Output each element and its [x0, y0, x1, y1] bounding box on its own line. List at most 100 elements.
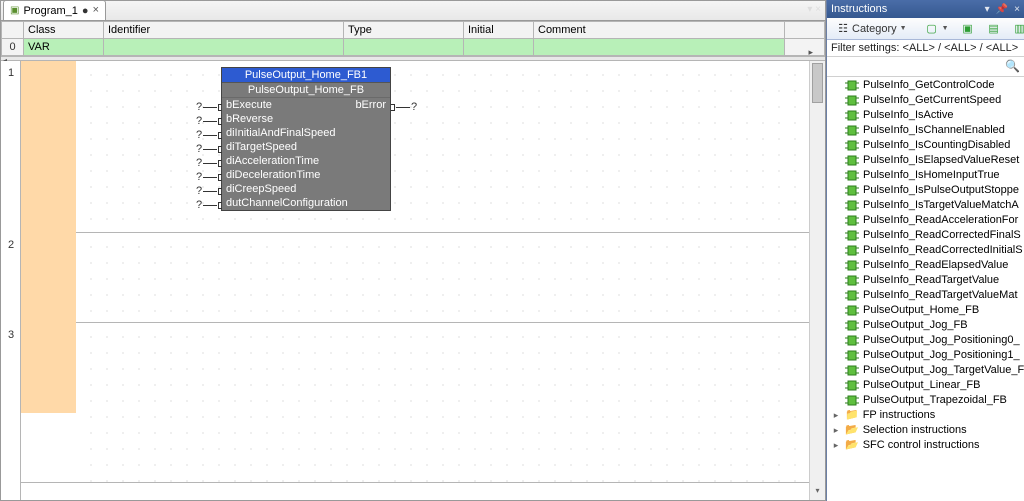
instruction-item[interactable]: PulseInfo_ReadCorrectedFinalS	[827, 228, 1024, 243]
toolbar-btn-1[interactable]: ▢▼	[920, 20, 954, 38]
function-block[interactable]: PulseOutput_Home_FB1 PulseOutput_Home_FB…	[221, 67, 391, 211]
fb-icon	[845, 230, 859, 242]
tree-toggle-icon[interactable]: ▸	[831, 423, 841, 438]
toolbar-btn-3[interactable]: ▤	[982, 20, 1006, 38]
instruction-folder[interactable]: ▸📂Selection instructions	[827, 423, 1024, 438]
instruction-label: PulseInfo_GetControlCode	[863, 78, 994, 93]
panel-menu-icon[interactable]: ▾	[985, 4, 990, 15]
instruction-label: PulseOutput_Jog_FB	[863, 318, 968, 333]
fb-instance-name[interactable]: PulseOutput_Home_FB1	[222, 68, 390, 83]
folder-label: SFC control instructions	[863, 438, 980, 453]
instruction-label: PulseOutput_Linear_FB	[863, 378, 980, 393]
instruction-folder[interactable]: ▸📁FP instructions	[827, 408, 1024, 423]
fb-icon	[845, 170, 859, 182]
rung-number[interactable]: 2	[1, 239, 21, 251]
col-type[interactable]: Type	[344, 22, 464, 39]
rung-number[interactable]: 3	[1, 329, 21, 341]
folder-icon: 📁	[845, 408, 859, 423]
col-class[interactable]: Class	[24, 22, 104, 39]
instruction-item[interactable]: PulseInfo_IsCountingDisabled	[827, 138, 1024, 153]
toolbar-btn-4[interactable]: ▥	[1008, 20, 1024, 38]
network-2[interactable]	[21, 233, 809, 323]
window-dropdown-icon[interactable]: ▾ ×	[807, 4, 821, 15]
cell-identifier[interactable]	[104, 39, 344, 56]
instruction-tree[interactable]: PulseInfo_GetControlCodePulseInfo_GetCur…	[827, 77, 1024, 501]
instruction-item[interactable]: PulseInfo_IsChannelEnabled	[827, 123, 1024, 138]
pin-unassigned[interactable]: ?	[196, 115, 222, 127]
pin-unassigned[interactable]: ?	[196, 185, 222, 197]
cell-class[interactable]: VAR	[24, 39, 104, 56]
network-3[interactable]	[21, 323, 809, 483]
fb-icon	[845, 260, 859, 272]
tab-close-icon[interactable]: ×	[93, 5, 100, 17]
instruction-item[interactable]: PulseInfo_ReadCorrectedInitialS	[827, 243, 1024, 258]
panel-pin-icon[interactable]: 📌	[996, 4, 1008, 15]
cell-type[interactable]	[344, 39, 464, 56]
instruction-item[interactable]: PulseInfo_ReadTargetValueMat	[827, 288, 1024, 303]
instruction-item[interactable]: PulseOutput_Linear_FB	[827, 378, 1024, 393]
instruction-item[interactable]: PulseInfo_IsHomeInputTrue	[827, 168, 1024, 183]
tab-program-1[interactable]: ▣ Program_1 ● ×	[3, 0, 106, 20]
vertical-scrollbar[interactable]: ▴ ▾	[809, 61, 825, 500]
instruction-item[interactable]: PulseOutput_Jog_TargetValue_F	[827, 363, 1024, 378]
pin-unassigned[interactable]: ?	[196, 129, 222, 141]
fb-icon	[845, 185, 859, 197]
col-comment[interactable]: Comment	[534, 22, 785, 39]
instruction-item[interactable]: PulseOutput_Jog_Positioning0_	[827, 333, 1024, 348]
instruction-item[interactable]: PulseOutput_Trapezoidal_FB	[827, 393, 1024, 408]
scroll-thumb[interactable]	[812, 63, 823, 103]
instructions-panel: Instructions ▾ 📌 × ☷ Category ▼ ▢▼ ▣ ▤ ▥…	[826, 0, 1024, 501]
instruction-item[interactable]: PulseOutput_Home_FB	[827, 303, 1024, 318]
instruction-item[interactable]: PulseInfo_ReadTargetValue	[827, 273, 1024, 288]
instruction-item[interactable]: PulseInfo_IsTargetValueMatchA	[827, 198, 1024, 213]
pin-unassigned[interactable]: ?	[391, 101, 417, 113]
instruction-folder[interactable]: ▸📂SFC control instructions	[827, 438, 1024, 453]
program-icon: ▣	[10, 5, 19, 16]
pin-unassigned[interactable]: ?	[196, 171, 222, 183]
instruction-label: PulseOutput_Jog_Positioning1_	[863, 348, 1020, 363]
fb-icon	[845, 245, 859, 257]
pin-unassigned[interactable]: ?	[196, 157, 222, 169]
category-dropdown[interactable]: ☷ Category ▼	[831, 20, 912, 38]
instruction-item[interactable]: PulseInfo_GetCurrentSpeed	[827, 93, 1024, 108]
instruction-item[interactable]: PulseOutput_Jog_Positioning1_	[827, 348, 1024, 363]
instruction-item[interactable]: PulseInfo_ReadElapsedValue	[827, 258, 1024, 273]
instruction-label: PulseInfo_IsActive	[863, 108, 954, 123]
instruction-label: PulseInfo_IsElapsedValueReset	[863, 153, 1019, 168]
instruction-item[interactable]: PulseInfo_GetControlCode	[827, 78, 1024, 93]
network-1[interactable]: PulseOutput_Home_FB1 PulseOutput_Home_FB…	[21, 61, 809, 233]
pin-unassigned[interactable]: ?	[196, 199, 222, 211]
rung-number[interactable]: 1	[1, 67, 21, 79]
tab-title: Program_1	[23, 5, 77, 17]
panel-titlebar[interactable]: Instructions ▾ 📌 ×	[827, 0, 1024, 18]
filter-settings[interactable]: Filter settings: <ALL> / <ALL> / <ALL>	[827, 40, 1024, 57]
cell-rownum: 0	[2, 39, 24, 56]
instruction-item[interactable]: PulseInfo_IsActive	[827, 108, 1024, 123]
instruction-item[interactable]: PulseInfo_IsElapsedValueReset	[827, 153, 1024, 168]
tree-toggle-icon[interactable]: ▸	[831, 408, 841, 423]
pin-unassigned[interactable]: ?	[196, 101, 222, 113]
tree-toggle-icon[interactable]: ▸	[831, 438, 841, 453]
folder-label: Selection instructions	[863, 423, 967, 438]
col-initial[interactable]: Initial	[464, 22, 534, 39]
instruction-label: PulseOutput_Jog_Positioning0_	[863, 333, 1020, 348]
instruction-item[interactable]: PulseOutput_Jog_FB	[827, 318, 1024, 333]
cell-initial[interactable]	[464, 39, 534, 56]
instruction-label: PulseInfo_ReadAccelerationFor	[863, 213, 1018, 228]
pin-unassigned[interactable]: ?	[196, 143, 222, 155]
scroll-down-icon[interactable]: ▾	[810, 486, 825, 500]
fb-icon	[845, 350, 859, 362]
variable-row-0[interactable]: 0 VAR	[2, 39, 825, 56]
instruction-item[interactable]: PulseInfo_IsPulseOutputStoppe	[827, 183, 1024, 198]
cell-comment[interactable]	[534, 39, 785, 56]
panel-search[interactable]: 🔍	[827, 57, 1024, 77]
fb-in: diInitialAndFinalSpeed	[226, 126, 335, 140]
panel-close-icon[interactable]: ×	[1014, 4, 1020, 15]
col-identifier[interactable]: Identifier	[104, 22, 344, 39]
rung-gutter: 1 2 3	[1, 61, 21, 500]
fb-icon	[845, 215, 859, 227]
fbd-canvas[interactable]: 1 2 3 PulseOutput_Home_FB1 PulseOutput_H…	[1, 61, 825, 500]
toolbar-btn-2[interactable]: ▣	[956, 20, 980, 38]
search-icon: 🔍	[1005, 59, 1020, 73]
instruction-item[interactable]: PulseInfo_ReadAccelerationFor	[827, 213, 1024, 228]
